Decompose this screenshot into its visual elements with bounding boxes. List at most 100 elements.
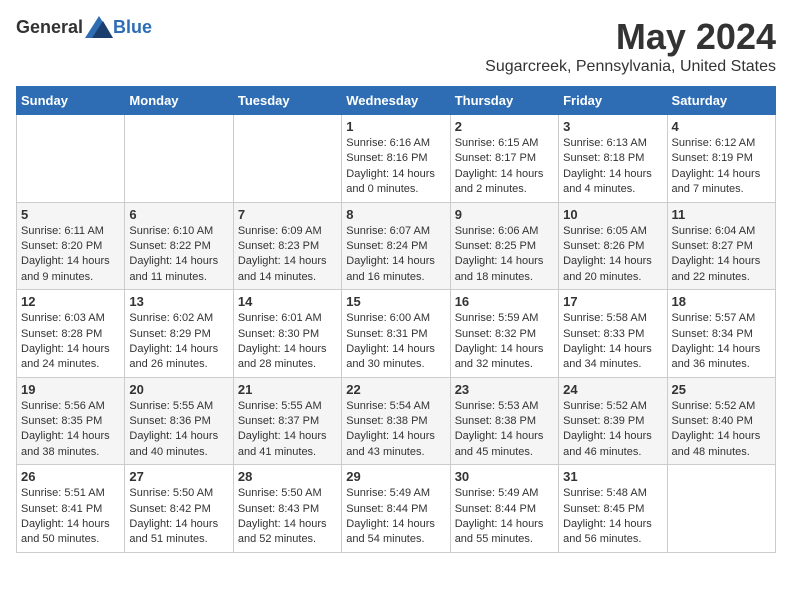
- weekday-header-saturday: Saturday: [667, 87, 775, 115]
- day-number: 8: [346, 207, 445, 222]
- day-number: 2: [455, 119, 554, 134]
- week-row-3: 12 Sunrise: 6:03 AMSunset: 8:28 PMDayligh…: [17, 290, 776, 378]
- calendar-cell: [125, 115, 233, 203]
- calendar-cell: 24 Sunrise: 5:52 AMSunset: 8:39 PMDayligh…: [559, 377, 667, 465]
- day-info: Sunrise: 5:54 AMSunset: 8:38 PMDaylight:…: [346, 399, 445, 461]
- day-info: Sunrise: 5:57 AMSunset: 8:34 PMDaylight:…: [672, 311, 771, 373]
- day-number: 27: [129, 469, 228, 484]
- day-info: Sunrise: 6:04 AMSunset: 8:27 PMDaylight:…: [672, 224, 771, 286]
- day-number: 10: [563, 207, 662, 222]
- logo-general: General: [16, 17, 83, 38]
- calendar-cell: 8 Sunrise: 6:07 AMSunset: 8:24 PMDaylight…: [342, 202, 450, 290]
- calendar-cell: 27 Sunrise: 5:50 AMSunset: 8:42 PMDayligh…: [125, 465, 233, 553]
- day-number: 25: [672, 382, 771, 397]
- weekday-header-thursday: Thursday: [450, 87, 558, 115]
- day-number: 31: [563, 469, 662, 484]
- week-row-5: 26Sunrise: 5:51 AMSunset: 8:41 PMDayligh…: [17, 465, 776, 553]
- title-block: May 2024 Sugarcreek, Pennsylvania, Unite…: [485, 16, 776, 76]
- calendar-cell: 22 Sunrise: 5:54 AMSunset: 8:38 PMDayligh…: [342, 377, 450, 465]
- day-info: Sunrise: 6:01 AMSunset: 8:30 PMDaylight:…: [238, 311, 337, 373]
- day-info: Sunrise: 6:12 AMSunset: 8:19 PMDaylight:…: [672, 136, 771, 198]
- day-number: 5: [21, 207, 120, 222]
- day-number: 29: [346, 469, 445, 484]
- day-number: 11: [672, 207, 771, 222]
- day-number: 14: [238, 294, 337, 309]
- page-header: General Blue May 2024 Sugarcreek, Pennsy…: [16, 16, 776, 76]
- day-info: Sunrise: 6:11 AMSunset: 8:20 PMDaylight:…: [21, 224, 120, 286]
- day-number: 22: [346, 382, 445, 397]
- day-number: 28: [238, 469, 337, 484]
- calendar-cell: 3 Sunrise: 6:13 AMSunset: 8:18 PMDaylight…: [559, 115, 667, 203]
- day-number: 7: [238, 207, 337, 222]
- week-row-1: 1 Sunrise: 6:16 AMSunset: 8:16 PMDaylight…: [17, 115, 776, 203]
- day-number: 26: [21, 469, 120, 484]
- day-info: Sunrise: 5:48 AMSunset: 8:45 PMDaylight:…: [563, 486, 662, 548]
- day-info: Sunrise: 6:07 AMSunset: 8:24 PMDaylight:…: [346, 224, 445, 286]
- day-number: 24: [563, 382, 662, 397]
- calendar-cell: 11 Sunrise: 6:04 AMSunset: 8:27 PMDayligh…: [667, 202, 775, 290]
- day-info: Sunrise: 5:50 AMSunset: 8:43 PMDaylight:…: [238, 486, 337, 548]
- day-info: Sunrise: 6:00 AMSunset: 8:31 PMDaylight:…: [346, 311, 445, 373]
- calendar-cell: 16 Sunrise: 5:59 AMSunset: 8:32 PMDayligh…: [450, 290, 558, 378]
- calendar-cell: 25 Sunrise: 5:52 AMSunset: 8:40 PMDayligh…: [667, 377, 775, 465]
- calendar-cell: 17 Sunrise: 5:58 AMSunset: 8:33 PMDayligh…: [559, 290, 667, 378]
- day-info: Sunrise: 6:10 AMSunset: 8:22 PMDaylight:…: [129, 224, 228, 286]
- month-year: May 2024: [485, 16, 776, 58]
- weekday-header-sunday: Sunday: [17, 87, 125, 115]
- calendar-cell: 13Sunrise: 6:02 AMSunset: 8:29 PMDayligh…: [125, 290, 233, 378]
- day-number: 17: [563, 294, 662, 309]
- calendar-cell: 9 Sunrise: 6:06 AMSunset: 8:25 PMDaylight…: [450, 202, 558, 290]
- day-number: 15: [346, 294, 445, 309]
- calendar-cell: 15 Sunrise: 6:00 AMSunset: 8:31 PMDayligh…: [342, 290, 450, 378]
- day-info: Sunrise: 6:16 AMSunset: 8:16 PMDaylight:…: [346, 136, 445, 198]
- day-number: 6: [129, 207, 228, 222]
- calendar-cell: [233, 115, 341, 203]
- calendar-cell: [17, 115, 125, 203]
- calendar-cell: 2 Sunrise: 6:15 AMSunset: 8:17 PMDaylight…: [450, 115, 558, 203]
- calendar-cell: 31 Sunrise: 5:48 AMSunset: 8:45 PMDayligh…: [559, 465, 667, 553]
- calendar-cell: 7Sunrise: 6:09 AMSunset: 8:23 PMDaylight…: [233, 202, 341, 290]
- weekday-header-row: SundayMondayTuesdayWednesdayThursdayFrid…: [17, 87, 776, 115]
- day-info: Sunrise: 5:52 AMSunset: 8:40 PMDaylight:…: [672, 399, 771, 461]
- calendar-cell: 12 Sunrise: 6:03 AMSunset: 8:28 PMDayligh…: [17, 290, 125, 378]
- day-number: 20: [129, 382, 228, 397]
- day-number: 16: [455, 294, 554, 309]
- calendar-cell: 19Sunrise: 5:56 AMSunset: 8:35 PMDayligh…: [17, 377, 125, 465]
- calendar-cell: 26Sunrise: 5:51 AMSunset: 8:41 PMDayligh…: [17, 465, 125, 553]
- calendar-cell: 23Sunrise: 5:53 AMSunset: 8:38 PMDayligh…: [450, 377, 558, 465]
- week-row-4: 19Sunrise: 5:56 AMSunset: 8:35 PMDayligh…: [17, 377, 776, 465]
- day-info: Sunrise: 6:13 AMSunset: 8:18 PMDaylight:…: [563, 136, 662, 198]
- day-number: 21: [238, 382, 337, 397]
- logo-blue: Blue: [113, 17, 152, 38]
- day-info: Sunrise: 5:49 AMSunset: 8:44 PMDaylight:…: [346, 486, 445, 548]
- day-number: 1: [346, 119, 445, 134]
- day-number: 30: [455, 469, 554, 484]
- calendar-cell: 18 Sunrise: 5:57 AMSunset: 8:34 PMDayligh…: [667, 290, 775, 378]
- weekday-header-friday: Friday: [559, 87, 667, 115]
- day-info: Sunrise: 5:55 AMSunset: 8:37 PMDaylight:…: [238, 399, 337, 461]
- day-info: Sunrise: 5:58 AMSunset: 8:33 PMDaylight:…: [563, 311, 662, 373]
- day-info: Sunrise: 6:02 AMSunset: 8:29 PMDaylight:…: [129, 311, 228, 373]
- day-info: Sunrise: 5:59 AMSunset: 8:32 PMDaylight:…: [455, 311, 554, 373]
- calendar-cell: 6 Sunrise: 6:10 AMSunset: 8:22 PMDaylight…: [125, 202, 233, 290]
- calendar-cell: 21 Sunrise: 5:55 AMSunset: 8:37 PMDayligh…: [233, 377, 341, 465]
- calendar-cell: 10Sunrise: 6:05 AMSunset: 8:26 PMDayligh…: [559, 202, 667, 290]
- logo: General Blue: [16, 16, 152, 38]
- day-number: 4: [672, 119, 771, 134]
- day-number: 3: [563, 119, 662, 134]
- day-info: Sunrise: 5:52 AMSunset: 8:39 PMDaylight:…: [563, 399, 662, 461]
- calendar-table: SundayMondayTuesdayWednesdayThursdayFrid…: [16, 86, 776, 553]
- weekday-header-wednesday: Wednesday: [342, 87, 450, 115]
- calendar-cell: 14 Sunrise: 6:01 AMSunset: 8:30 PMDayligh…: [233, 290, 341, 378]
- day-info: Sunrise: 5:50 AMSunset: 8:42 PMDaylight:…: [129, 486, 228, 548]
- day-info: Sunrise: 5:55 AMSunset: 8:36 PMDaylight:…: [129, 399, 228, 461]
- day-number: 12: [21, 294, 120, 309]
- day-info: Sunrise: 6:06 AMSunset: 8:25 PMDaylight:…: [455, 224, 554, 286]
- day-info: Sunrise: 6:03 AMSunset: 8:28 PMDaylight:…: [21, 311, 120, 373]
- day-info: Sunrise: 5:49 AMSunset: 8:44 PMDaylight:…: [455, 486, 554, 548]
- day-number: 9: [455, 207, 554, 222]
- day-number: 23: [455, 382, 554, 397]
- day-number: 18: [672, 294, 771, 309]
- day-info: Sunrise: 6:15 AMSunset: 8:17 PMDaylight:…: [455, 136, 554, 198]
- calendar-cell: 28 Sunrise: 5:50 AMSunset: 8:43 PMDayligh…: [233, 465, 341, 553]
